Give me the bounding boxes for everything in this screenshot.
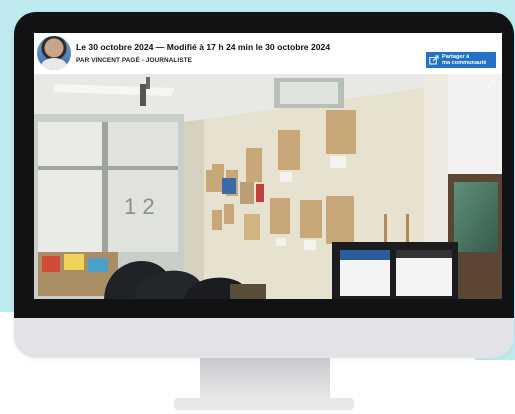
- share-label-line2: ma communauté: [442, 60, 487, 66]
- monitor-chin: [14, 318, 514, 358]
- share-arrow-icon: [429, 55, 439, 65]
- article-header: Le 30 octobre 2024 — Modifié à 17 h 24 m…: [34, 33, 502, 74]
- article-photo[interactable]: 1 2 ⤢: [34, 74, 502, 299]
- monitor-stand-neck: [200, 358, 330, 402]
- screen: Le 30 octobre 2024 — Modifié à 17 h 24 m…: [34, 33, 502, 299]
- article-headline: Le 30 octobre 2024 — Modifié à 17 h 24 m…: [76, 42, 331, 52]
- author-avatar: [37, 36, 71, 70]
- expand-icon[interactable]: ⤢: [486, 79, 496, 89]
- gallery-photo-illustration: 1 2: [34, 74, 502, 299]
- monitor-stand-foot: [174, 398, 354, 410]
- window-lettering: 1 2: [124, 194, 155, 219]
- share-button[interactable]: Partager à ma communauté: [426, 52, 496, 68]
- article-byline: PAR VINCENT PAGÉ - JOURNALISTE: [76, 57, 193, 64]
